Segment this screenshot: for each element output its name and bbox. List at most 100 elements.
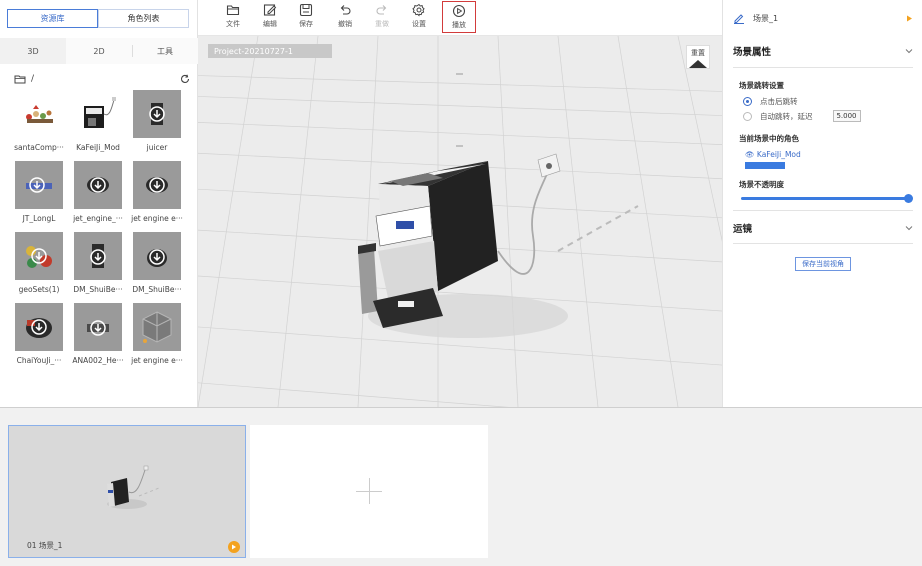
undo-icon: [340, 5, 351, 15]
eye-icon[interactable]: 👁: [745, 150, 755, 159]
download-icon: [15, 161, 63, 209]
redo-icon: [376, 5, 387, 15]
redo-button[interactable]: 重做: [365, 3, 399, 33]
reset-view-button[interactable]: 重置: [686, 45, 710, 69]
download-icon: [74, 161, 122, 209]
delay-input[interactable]: 5.000: [832, 110, 861, 122]
file-label: 文件: [226, 20, 240, 28]
divider: [733, 67, 913, 68]
save-icon: [299, 3, 313, 17]
radio-dot: [743, 111, 752, 121]
asset-name: jet engine e···: [131, 356, 183, 365]
project-name-label: Project-20210727-1: [208, 44, 332, 58]
scene-props-header[interactable]: 场景属性: [733, 44, 913, 58]
toolbar: 文件 编辑 保存 撤销 重做 设置 播放: [198, 0, 722, 36]
refresh-icon[interactable]: [180, 74, 190, 84]
settings-label: 设置: [412, 20, 426, 28]
reset-label: 重置: [691, 49, 705, 57]
edit-button[interactable]: 编辑: [253, 3, 287, 33]
edit-label: 编辑: [263, 20, 277, 28]
asset-item[interactable]: geoSets(1): [10, 232, 68, 302]
play-icon[interactable]: [228, 541, 240, 553]
asset-item[interactable]: jet engine e···: [128, 303, 186, 373]
scene-strip: 01 场景_1: [0, 407, 922, 566]
radio-label: 自动跳转，延迟: [760, 111, 813, 121]
scene-name-row[interactable]: 场景_1: [733, 10, 913, 26]
scene-viewport[interactable]: Project-20210727-1 重置: [198, 36, 722, 407]
folder-path: /: [31, 74, 35, 84]
asset-item[interactable]: jet engine e···: [128, 161, 186, 231]
plus-icon: [369, 478, 370, 504]
asset-item[interactable]: KaFeiJi_Mod: [69, 90, 127, 160]
opacity-title: 场景不透明度: [739, 180, 784, 189]
asset-item[interactable]: jet_engine_···: [69, 161, 127, 231]
roles-title: 当前场景中的角色: [739, 134, 799, 143]
chevron-down-icon: [905, 226, 913, 231]
undo-button[interactable]: 撤销: [328, 3, 362, 33]
asset-name: jet_engine_···: [73, 214, 123, 223]
asset-item[interactable]: ChaiYouJi_···: [10, 303, 68, 373]
save-view-button[interactable]: 保存当前视角: [795, 257, 851, 271]
role-color-bar: [745, 162, 785, 169]
tab-resource-library[interactable]: 资源库: [7, 9, 98, 28]
scene-card[interactable]: 01 场景_1: [8, 425, 246, 558]
asset-grid: santaComp··· KaFeiJi_Mod juicer JT_LongL: [10, 90, 190, 373]
edit-icon: [263, 4, 277, 16]
download-icon: [74, 303, 122, 351]
asset-name: ANA002_He···: [72, 356, 124, 365]
cube-icon: [133, 303, 181, 351]
camera-title: 运镜: [733, 224, 753, 235]
asset-item[interactable]: juicer: [128, 90, 186, 160]
santa-model-icon: [15, 90, 63, 138]
scene-props-title: 场景属性: [733, 47, 772, 58]
asset-name: ChaiYouJi_···: [16, 356, 62, 365]
divider: [733, 243, 913, 244]
radio-dot: [743, 97, 752, 106]
add-scene-card[interactable]: [250, 425, 488, 558]
play-button[interactable]: 播放: [442, 1, 476, 33]
download-icon: [133, 161, 181, 209]
opacity-slider[interactable]: [741, 197, 909, 200]
role-name: KaFeiJi_Mod: [756, 150, 801, 159]
asset-item[interactable]: santaComp···: [10, 90, 68, 160]
folder-path-row: /: [14, 72, 190, 86]
asset-item[interactable]: JT_LongL: [10, 161, 68, 231]
save-label: 保存: [299, 20, 313, 28]
pencil-icon: [734, 14, 744, 24]
folder-icon: [226, 5, 240, 16]
tab-2d[interactable]: 2D: [66, 38, 132, 64]
save-button[interactable]: 保存: [289, 3, 323, 33]
file-button[interactable]: 文件: [216, 3, 250, 33]
asset-item[interactable]: DM_ShuiBe···: [128, 232, 186, 302]
role-item[interactable]: 👁 KaFeiJi_Mod: [745, 150, 801, 159]
radio-jump-click[interactable]: 点击后跳转: [743, 96, 798, 107]
play-small-icon[interactable]: [906, 15, 913, 22]
ground-grid: [198, 36, 722, 407]
chevron-down-icon: [905, 49, 913, 54]
tab-tools[interactable]: 工具: [132, 38, 198, 64]
coffee-machine-icon: [74, 90, 122, 138]
asset-name: JT_LongL: [22, 214, 56, 223]
asset-name: DM_ShuiBe···: [73, 285, 123, 294]
download-icon: [133, 232, 181, 280]
tab-role-list[interactable]: 角色列表: [98, 9, 189, 28]
undo-label: 撤销: [338, 20, 352, 28]
asset-name: jet engine e···: [131, 214, 183, 223]
radio-jump-auto[interactable]: 自动跳转，延迟 5.000: [743, 110, 861, 122]
folder-icon[interactable]: [14, 74, 26, 84]
asset-item[interactable]: ANA002_He···: [69, 303, 127, 373]
play-label: 播放: [452, 21, 466, 29]
tab-3d[interactable]: 3D: [0, 38, 66, 64]
settings-button[interactable]: 设置: [402, 3, 436, 33]
left-panel: 资源库 角色列表 3D 2D 工具 / santaComp··· KaFeiJi…: [0, 0, 198, 407]
opacity-slider-handle[interactable]: [904, 194, 913, 203]
asset-item[interactable]: DM_ShuiBe···: [69, 232, 127, 302]
play-icon: [452, 4, 466, 18]
download-icon: [15, 232, 63, 280]
download-icon: [133, 90, 181, 138]
library-tabs: 资源库 角色列表: [7, 9, 189, 28]
gear-icon: [412, 3, 425, 17]
camera-header[interactable]: 运镜: [733, 221, 913, 235]
scene-name: 场景_1: [753, 13, 779, 23]
asset-name: santaComp···: [14, 143, 64, 152]
